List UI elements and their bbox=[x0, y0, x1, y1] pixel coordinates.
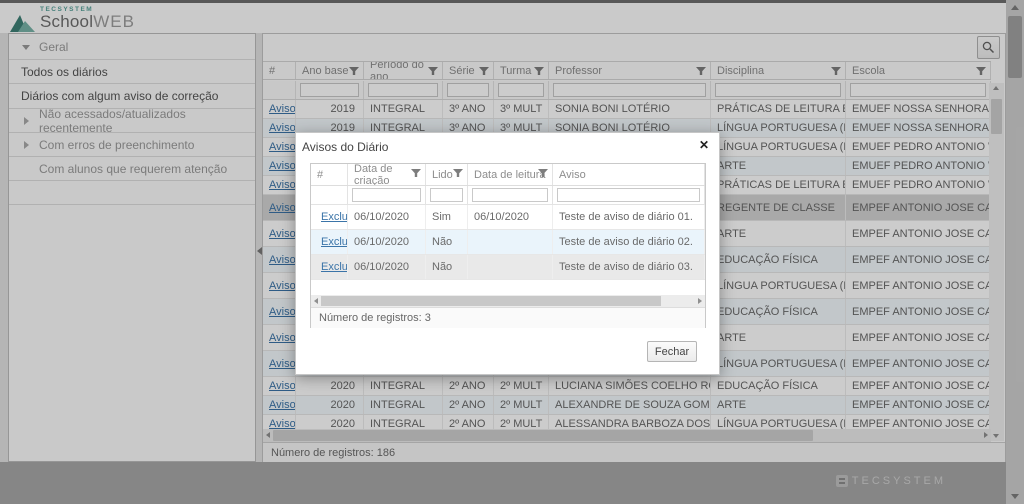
column-header-index: # bbox=[311, 164, 348, 185]
cell-data-leitura bbox=[468, 230, 553, 254]
scroll-right-icon[interactable] bbox=[698, 298, 702, 304]
filter-input-aviso[interactable] bbox=[557, 188, 700, 202]
scroll-left-icon[interactable] bbox=[314, 298, 318, 304]
modal-filter-row bbox=[311, 186, 705, 205]
table-row: Excluir 06/10/2020 Sim 06/10/2020 Teste … bbox=[311, 205, 705, 230]
table-row: Excluir 06/10/2020 Não Teste de aviso de… bbox=[311, 255, 705, 280]
column-header-data-leitura[interactable]: Data de leitura bbox=[468, 164, 553, 185]
cell-aviso: Teste de aviso de diário 01. bbox=[553, 205, 705, 229]
column-header-data-criacao[interactable]: Data de criação bbox=[348, 164, 426, 185]
cell-aviso: Teste de aviso de diário 03. bbox=[553, 255, 705, 279]
filter-cell bbox=[553, 186, 705, 204]
filter-cell-index bbox=[311, 186, 348, 204]
filter-icon[interactable] bbox=[453, 168, 463, 178]
cell-data-leitura: 06/10/2020 bbox=[468, 205, 553, 229]
excluir-link[interactable]: Excluir bbox=[321, 211, 348, 223]
fechar-button[interactable]: Fechar bbox=[647, 341, 697, 362]
scrollbar-thumb[interactable] bbox=[321, 296, 661, 306]
filter-input-lido[interactable] bbox=[430, 188, 463, 202]
filter-cell bbox=[426, 186, 468, 204]
filter-icon[interactable] bbox=[411, 168, 421, 178]
record-count: Número de registros: 3 bbox=[319, 312, 431, 324]
close-icon[interactable]: ✕ bbox=[699, 138, 709, 152]
modal-horizontal-scrollbar[interactable] bbox=[311, 295, 705, 307]
modal-status-bar: Número de registros: 3 bbox=[311, 307, 705, 328]
cell-aviso: Teste de aviso de diário 02. bbox=[553, 230, 705, 254]
cell-lido: Não bbox=[426, 230, 468, 254]
cell-data-criacao: 06/10/2020 bbox=[348, 205, 426, 229]
modal-grid-body: Excluir 06/10/2020 Sim 06/10/2020 Teste … bbox=[311, 205, 705, 280]
column-header-aviso[interactable]: Aviso bbox=[553, 164, 705, 185]
excluir-link[interactable]: Excluir bbox=[321, 236, 348, 248]
filter-input-data-criacao[interactable] bbox=[352, 188, 421, 202]
excluir-link[interactable]: Excluir bbox=[321, 261, 348, 273]
table-row: Excluir 06/10/2020 Não Teste de aviso de… bbox=[311, 230, 705, 255]
column-header-lido[interactable]: Lido bbox=[426, 164, 468, 185]
cell-data-criacao: 06/10/2020 bbox=[348, 255, 426, 279]
modal-grid-header: # Data de criação Lido Data de leitura A… bbox=[311, 164, 705, 186]
filter-cell bbox=[468, 186, 553, 204]
modal-title: Avisos do Diário bbox=[302, 140, 388, 154]
cell-lido: Não bbox=[426, 255, 468, 279]
cell-data-leitura bbox=[468, 255, 553, 279]
filter-cell bbox=[348, 186, 426, 204]
avisos-modal: Avisos do Diário ✕ # Data de criação Lid… bbox=[295, 132, 720, 375]
cell-lido: Sim bbox=[426, 205, 468, 229]
modal-grid: # Data de criação Lido Data de leitura A… bbox=[310, 163, 706, 328]
filter-input-data-leitura[interactable] bbox=[472, 188, 548, 202]
filter-icon[interactable] bbox=[538, 168, 548, 178]
cell-data-criacao: 06/10/2020 bbox=[348, 230, 426, 254]
